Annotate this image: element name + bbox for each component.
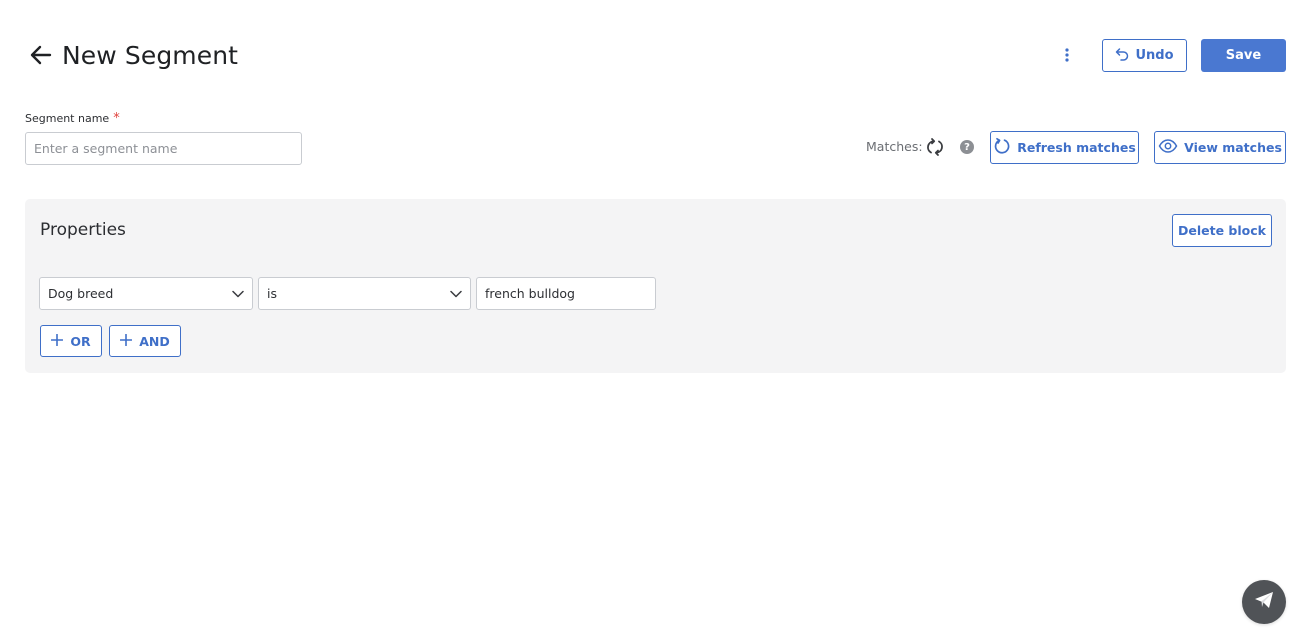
page-header: New Segment [28, 38, 238, 72]
chat-button[interactable] [1242, 580, 1286, 624]
required-marker: * [113, 111, 120, 126]
operator-select-value: is [267, 286, 277, 301]
refresh-icon [993, 137, 1011, 158]
segment-name-label: Segment name * [25, 111, 120, 126]
segment-editor-page: New Segment Undo Save Segment name * Mat… [0, 0, 1312, 644]
view-matches-button[interactable]: View matches [1154, 131, 1286, 164]
page-title: New Segment [62, 40, 239, 70]
add-or-label: OR [70, 333, 91, 349]
matches-label: Matches: [866, 139, 923, 154]
view-matches-label: View matches [1184, 140, 1282, 155]
undo-button[interactable]: Undo [1102, 39, 1187, 72]
undo-label: Undo [1135, 48, 1174, 63]
chevron-down-icon [450, 286, 462, 301]
delete-block-button[interactable]: Delete block [1172, 214, 1272, 247]
properties-block: Properties Delete block Dog breed is fre… [25, 199, 1286, 373]
paper-plane-icon [1254, 591, 1274, 613]
save-button[interactable]: Save [1201, 39, 1286, 72]
segment-name-label-text: Segment name [25, 112, 110, 125]
operator-select[interactable]: is [258, 277, 471, 310]
property-select-value: Dog breed [48, 286, 114, 301]
refresh-matches-button[interactable]: Refresh matches [990, 131, 1139, 164]
refresh-matches-label: Refresh matches [1017, 140, 1136, 155]
block-title: Properties [40, 220, 126, 240]
condition-value-input[interactable]: french bulldog [476, 277, 656, 310]
eye-icon [1158, 139, 1178, 156]
add-and-label: AND [139, 333, 170, 349]
add-and-button[interactable]: AND [109, 325, 181, 357]
property-select[interactable]: Dog breed [39, 277, 253, 310]
back-arrow-icon[interactable] [28, 42, 54, 68]
more-options-icon[interactable] [1058, 44, 1076, 66]
sync-icon [925, 137, 945, 157]
chevron-down-icon [232, 286, 244, 301]
add-or-button[interactable]: OR [40, 325, 102, 357]
help-icon[interactable]: ? [960, 140, 974, 154]
segment-name-input[interactable] [25, 132, 302, 165]
plus-icon [51, 333, 64, 349]
plus-icon [119, 333, 133, 349]
undo-icon [1115, 47, 1129, 65]
